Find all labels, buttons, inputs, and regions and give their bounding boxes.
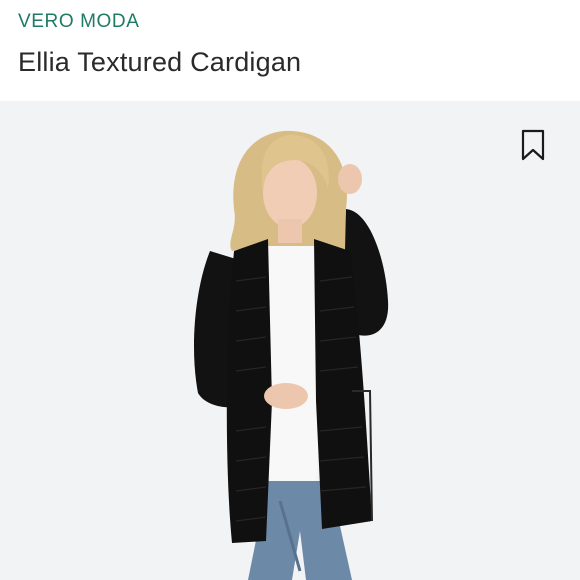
product-image[interactable] [0,101,580,580]
listing-header: VERO MODA Ellia Textured Cardigan [0,0,580,101]
brand-name[interactable]: VERO MODA [18,0,562,33]
model-photo [0,101,580,580]
product-title: Ellia Textured Cardigan [18,47,302,77]
bookmark-icon [521,129,545,161]
bookmark-button[interactable] [520,128,546,162]
